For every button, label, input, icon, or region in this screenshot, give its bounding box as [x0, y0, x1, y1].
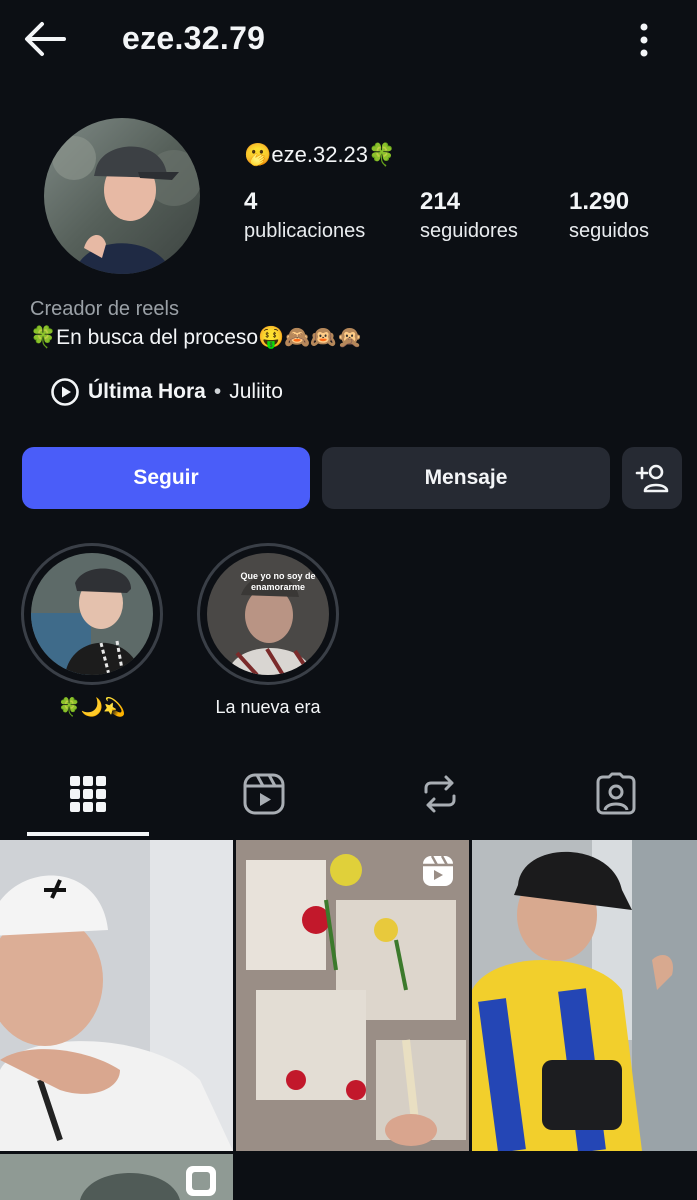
post-thumbnail[interactable] [0, 1154, 233, 1200]
posts-grid [0, 840, 697, 1200]
posts-label: publicaciones [244, 220, 366, 242]
active-tab-indicator [27, 832, 149, 836]
tab-posts[interactable] [27, 755, 149, 833]
profile-avatar[interactable] [44, 118, 200, 274]
following-label: seguidos [569, 220, 650, 242]
reels-icon [243, 773, 285, 815]
music-separator: • [213, 380, 222, 403]
following-count: 1.290 [569, 188, 630, 215]
profile-username: eze.32.79 [122, 20, 266, 56]
follow-button[interactable]: Seguir [22, 447, 310, 509]
followers-count: 214 [420, 188, 461, 215]
highlight-1[interactable]: 🍀🌙💫 [21, 543, 163, 718]
reposts-icon [424, 775, 456, 813]
stat-followers[interactable]: 214 seguidores [420, 188, 518, 243]
highlight-cover [31, 553, 153, 675]
posts-count: 4 [244, 188, 258, 215]
stat-following[interactable]: 1.290 seguidos [569, 188, 649, 243]
tab-reposts[interactable] [379, 755, 501, 833]
music-song-title: Última Hora [88, 380, 206, 403]
more-options-button[interactable] [630, 20, 658, 60]
tagged-icon [596, 772, 636, 815]
followers-label: seguidores [420, 220, 518, 242]
highlight-label: La nueva era [215, 697, 321, 717]
highlight-ring: Que yo no soy de enamorarme [197, 543, 339, 685]
stat-posts[interactable]: 4 publicaciones [244, 188, 365, 243]
highlight-cover-text: Que yo no soy de enamorarme [240, 571, 316, 592]
music-artist: Juliito [229, 380, 283, 403]
message-button[interactable]: Mensaje [322, 447, 610, 509]
highlight-ring [21, 543, 163, 685]
profile-category: Creador de reels [30, 298, 179, 320]
grid-icon [70, 776, 106, 812]
tab-tagged[interactable] [555, 755, 677, 833]
post-thumbnail[interactable] [0, 840, 233, 1151]
post-thumbnail[interactable] [236, 840, 469, 1151]
profile-bio: 🍀En busca del proceso🤑🙈🙉🙊 [30, 326, 363, 349]
avatar-image [44, 118, 200, 274]
reels-icon [423, 855, 453, 886]
profile-music[interactable]: Última Hora • Juliito [50, 374, 283, 410]
top-bar: eze.32.79 [0, 0, 697, 80]
highlight-label: 🍀🌙💫 [58, 697, 126, 717]
add-person-icon [635, 464, 669, 493]
tab-reels[interactable] [203, 755, 325, 833]
post-thumbnail[interactable] [472, 840, 697, 1151]
reel-indicator [421, 854, 455, 893]
highlight-cover: Que yo no soy de enamorarme [207, 553, 329, 675]
profile-tabs [0, 755, 697, 837]
suggest-users-button[interactable] [622, 447, 682, 509]
arrow-left-icon [25, 22, 66, 56]
highlight-2[interactable]: Que yo no soy de enamorarme La nueva era [197, 543, 339, 718]
more-vertical-icon [640, 23, 648, 57]
play-circle-icon [51, 378, 79, 406]
back-button[interactable] [20, 18, 70, 60]
display-name: 🫢eze.32.23🍀 [244, 142, 396, 167]
